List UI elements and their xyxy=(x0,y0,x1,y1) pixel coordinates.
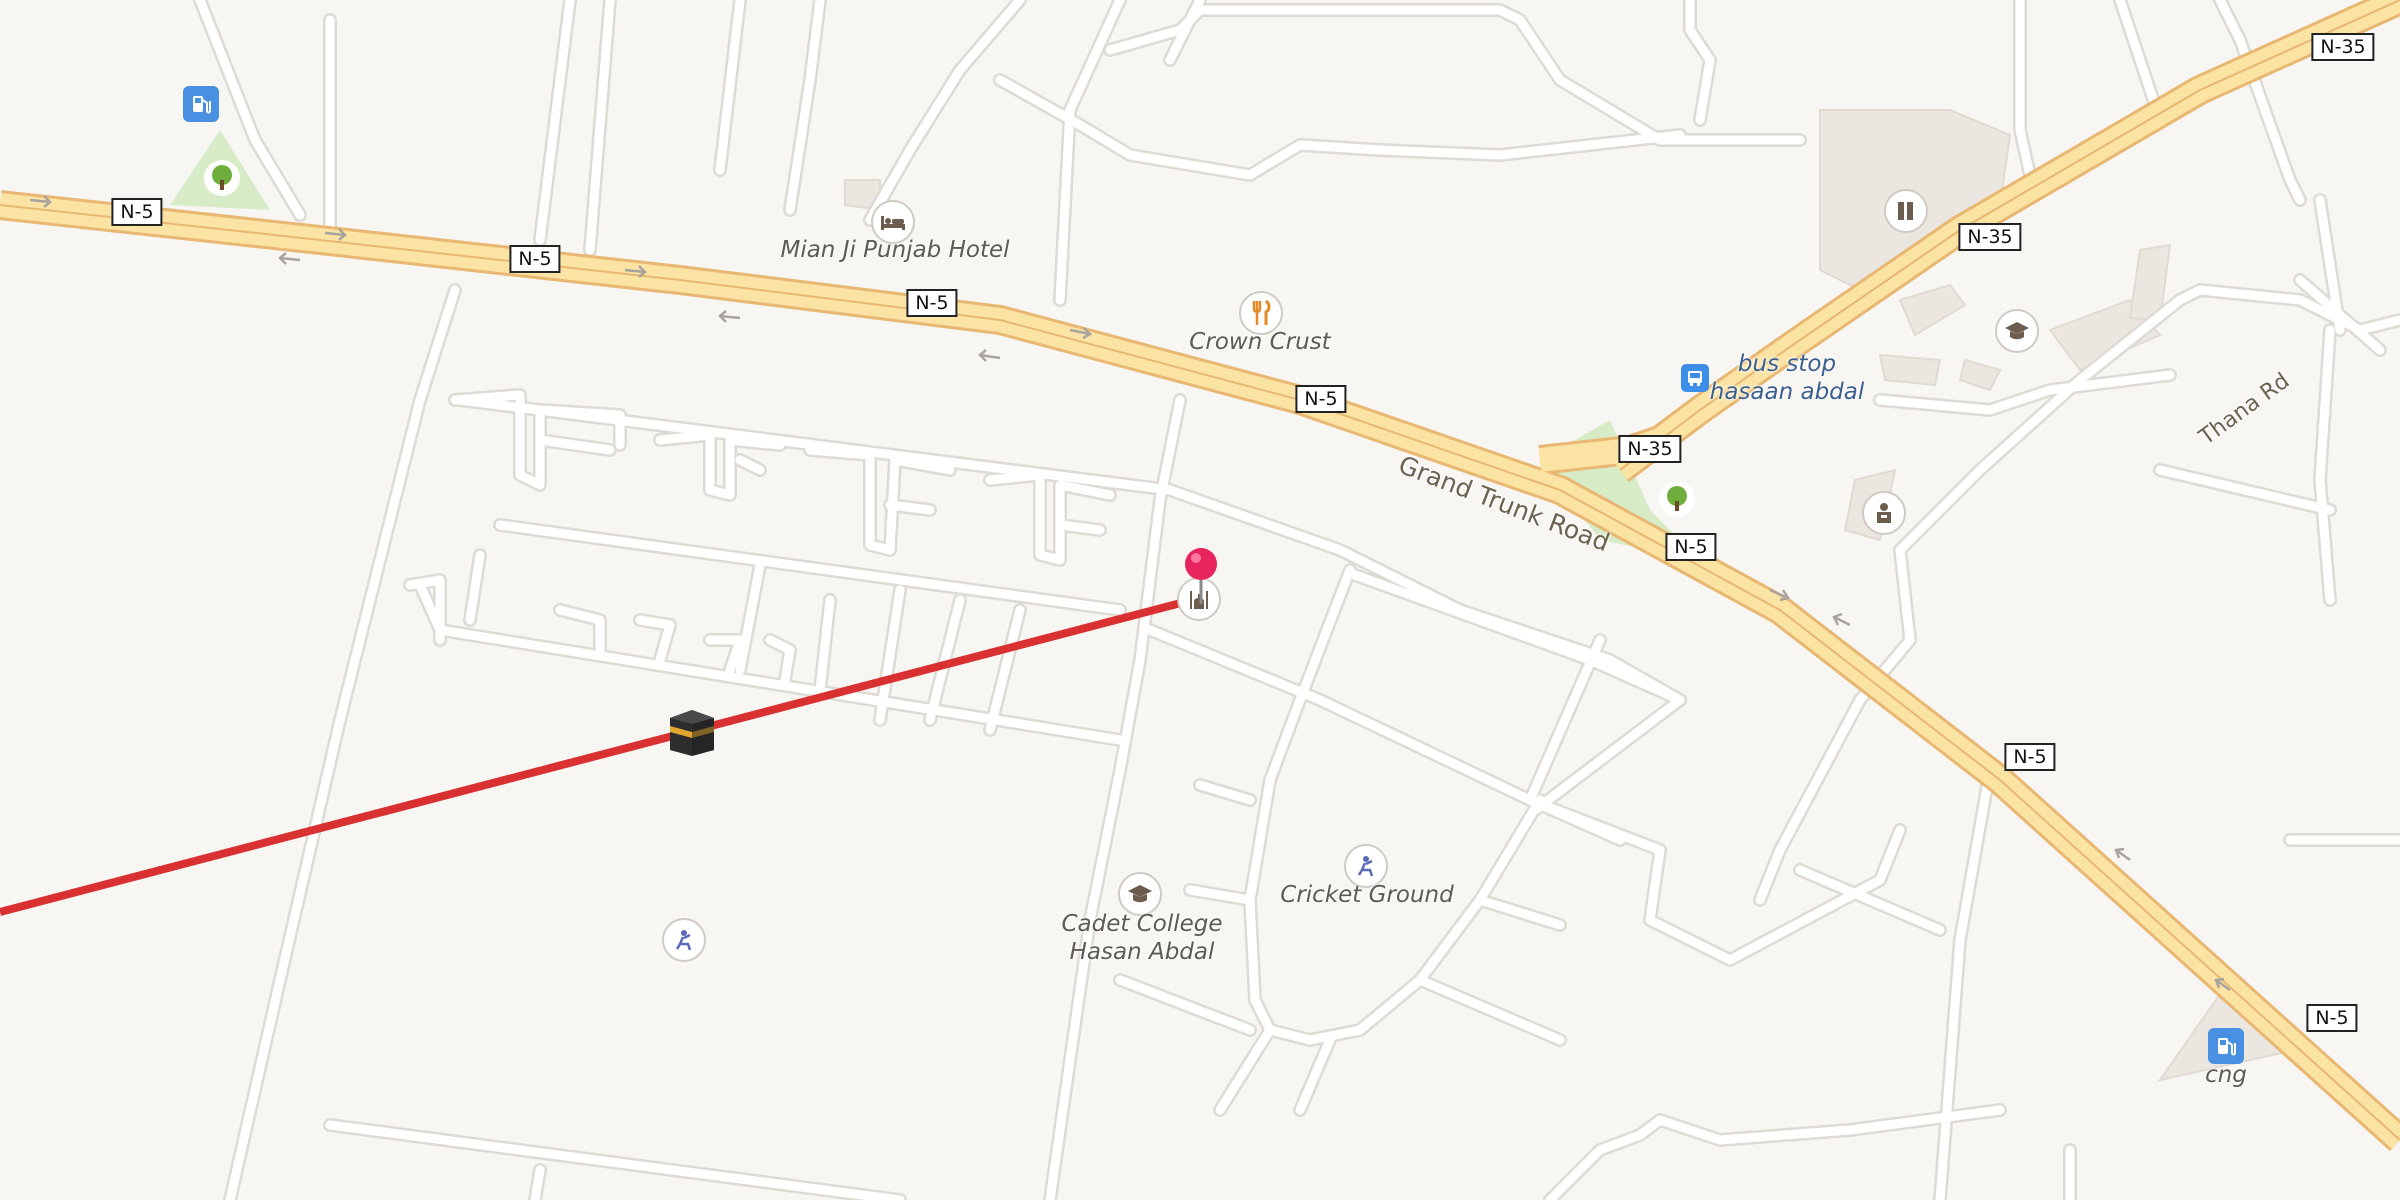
road-shield-n5: N-5 xyxy=(1295,385,1347,413)
poi-label-bus-stop[interactable]: bus stop hasaan abdal xyxy=(1710,350,1865,406)
road-shield-n5: N-5 xyxy=(2004,743,2056,771)
poi-label-college[interactable]: Cadet College Hasan Abdal xyxy=(1061,910,1222,966)
fuel-station-icon[interactable] xyxy=(2208,1028,2244,1064)
road-shield-n35: N-35 xyxy=(1618,435,1682,463)
fuel-station-icon[interactable] xyxy=(183,86,219,122)
shop-icon[interactable] xyxy=(1884,189,1928,233)
tree-icon[interactable] xyxy=(204,160,240,196)
road-shield-n5: N-5 xyxy=(2306,1004,2358,1032)
graduation-cap-icon[interactable] xyxy=(1995,309,2039,353)
kaaba-icon xyxy=(666,706,718,758)
road-shield-n5: N-5 xyxy=(111,198,163,226)
road-shield-n5: N-5 xyxy=(509,245,561,273)
poi-label-hotel[interactable]: Mian Ji Punjab Hotel xyxy=(780,236,1009,264)
bus-icon[interactable] xyxy=(1681,364,1709,392)
poi-label-cricket[interactable]: Cricket Ground xyxy=(1280,881,1453,909)
road-shield-n35: N-35 xyxy=(1958,223,2022,251)
road-shield-n5: N-5 xyxy=(1665,533,1717,561)
location-pin-icon[interactable] xyxy=(1183,546,1219,610)
road-shield-n5: N-5 xyxy=(906,289,958,317)
map-canvas[interactable]: N-5 N-5 N-5 N-5 N-5 N-5 N-5 N-35 N-35 N-… xyxy=(0,0,2400,1200)
road-shield-n35: N-35 xyxy=(2311,33,2375,61)
poi-label-cng[interactable]: cng xyxy=(2205,1061,2247,1089)
sports-icon[interactable] xyxy=(662,918,706,962)
office-icon[interactable] xyxy=(1862,491,1906,535)
tree-icon[interactable] xyxy=(1659,481,1695,517)
poi-label-restaurant[interactable]: Crown Crust xyxy=(1189,328,1330,356)
